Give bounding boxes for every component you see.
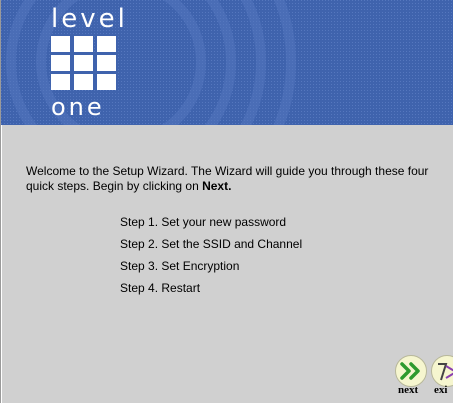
step-item: Step 2. Set the SSID and Channel [120, 237, 303, 251]
header-banner: level one [1, 0, 453, 125]
intro-next-emphasis: Next. [202, 179, 232, 193]
step-item: Step 4. Restart [120, 281, 201, 295]
step-item: Step 1. Set your new password [120, 215, 287, 229]
logo-mark-icon [51, 36, 116, 90]
intro-text: Welcome to the Setup Wizard. The Wizard … [26, 164, 446, 194]
step-item: Step 3. Set Encryption [120, 259, 240, 273]
next-button-label[interactable]: next [398, 384, 418, 396]
brand-one-text: one [51, 93, 105, 121]
next-button[interactable] [395, 355, 427, 387]
exit-button-label[interactable]: exi [434, 384, 447, 396]
exit-door-icon [438, 363, 453, 381]
wizard-content: Welcome to the Setup Wizard. The Wizard … [2, 125, 453, 403]
brand-level-text: level [51, 4, 128, 34]
double-chevron-right-icon [400, 362, 420, 380]
steps-list: Step 1. Set your new password Step 2. Se… [120, 215, 302, 303]
wizard-frame: level one Welcome to the Setup Wizard. T… [0, 0, 453, 403]
